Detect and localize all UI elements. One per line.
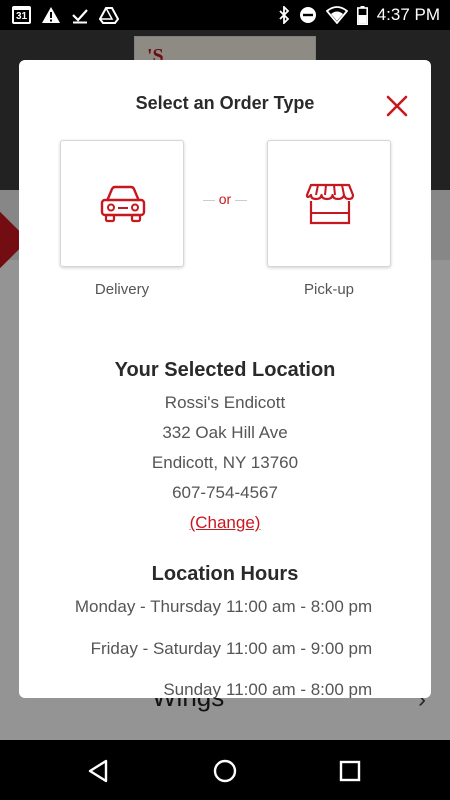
wifi-icon xyxy=(325,6,348,24)
delivery-label: Delivery xyxy=(94,281,150,298)
modal-title: Select an Order Type xyxy=(135,93,315,113)
separator-line xyxy=(202,199,215,201)
hours-day: Monday - Thursday xyxy=(74,597,221,616)
storefront-icon xyxy=(305,183,355,225)
separator-line xyxy=(235,199,248,201)
hours-time: 11:00 am - 9:00 pm xyxy=(226,639,373,658)
location-street: 332 Oak Hill Ave xyxy=(162,423,288,442)
pickup-label: Pick-up xyxy=(303,281,355,298)
hours-row: Sunday 11:00 am - 8:00 pm xyxy=(19,680,431,698)
change-location-link[interactable]: (Change) xyxy=(190,513,261,532)
change-location-row: (Change) xyxy=(19,513,431,533)
hours-day: Friday - Saturday xyxy=(90,639,221,658)
selected-location-heading: Your Selected Location xyxy=(114,359,336,381)
location-name: Rossi's Endicott xyxy=(164,393,286,412)
system-icons: 4:37 PM xyxy=(278,5,440,25)
download-done-icon xyxy=(72,9,88,24)
navigation-bar xyxy=(0,740,450,800)
hours-time: 11:00 am - 8:00 pm xyxy=(226,680,373,698)
status-time: 4:37 PM xyxy=(376,5,440,24)
notification-icons: 31 xyxy=(12,6,119,24)
car-icon xyxy=(100,185,146,223)
location-city: Endicott, NY 13760 xyxy=(151,453,299,472)
hours-time: 11:00 am - 8:00 pm xyxy=(226,597,373,616)
delivery-option-button[interactable] xyxy=(60,140,184,267)
status-bar: 31 4:37 PM xyxy=(0,0,450,30)
hours-row: Monday - Thursday 11:00 am - 8:00 pm xyxy=(19,597,431,621)
hours-row: Friday - Saturday 11:00 am - 9:00 pm xyxy=(19,639,431,663)
order-type-modal: Select an Order Type Delivery or Pick-up xyxy=(19,60,431,698)
or-separator: or xyxy=(197,191,253,207)
close-icon[interactable] xyxy=(385,94,409,118)
hours-day: Sunday xyxy=(163,680,221,698)
or-text: or xyxy=(218,191,232,207)
calendar-icon: 31 xyxy=(12,6,31,24)
pickup-option-button[interactable] xyxy=(267,140,391,267)
alert-icon xyxy=(42,7,60,23)
bluetooth-icon xyxy=(279,6,289,24)
battery-icon xyxy=(356,5,368,25)
do-not-disturb-icon xyxy=(299,7,316,23)
drive-icon xyxy=(99,7,119,24)
back-icon[interactable] xyxy=(84,756,114,786)
recents-icon[interactable] xyxy=(335,756,365,786)
home-icon[interactable] xyxy=(210,756,240,786)
location-hours-heading: Location Hours xyxy=(151,563,299,585)
location-phone: 607-754-4567 xyxy=(172,483,278,502)
